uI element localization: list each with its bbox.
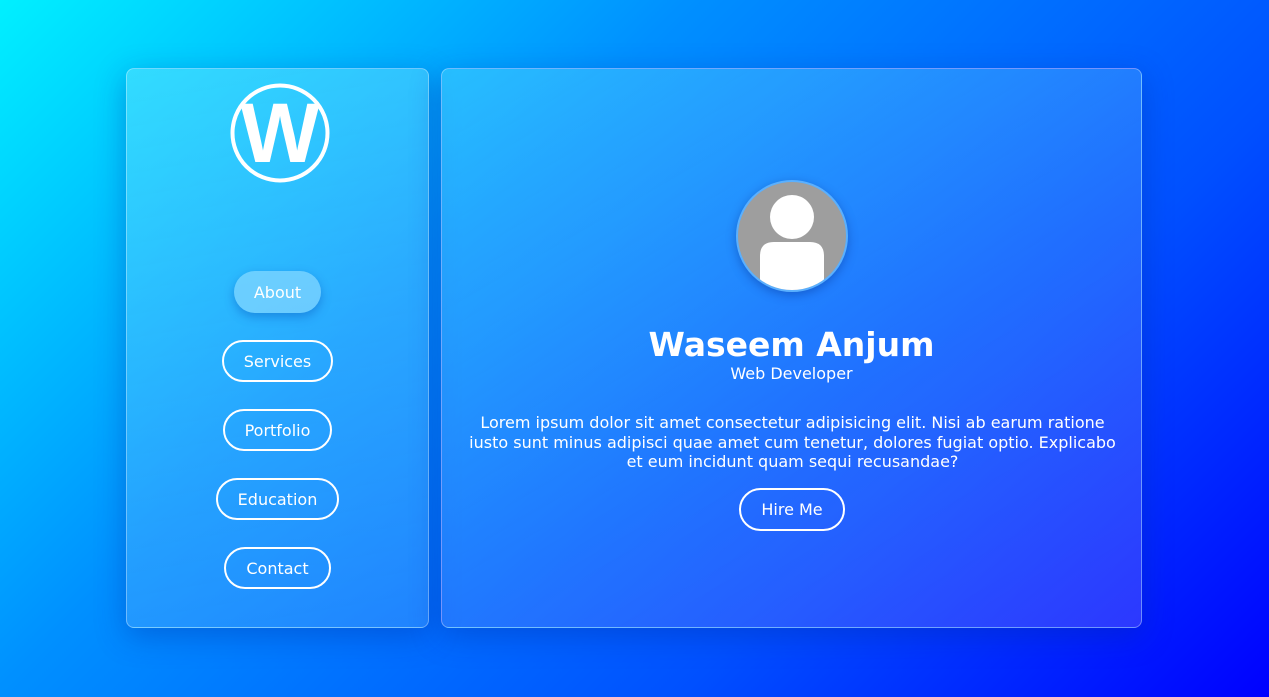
nav-about-button[interactable]: About [233,271,322,313]
profile-role: Web Developer [730,364,853,383]
profile-name: Waseem Anjum [648,325,935,364]
nav-portfolio-button[interactable]: Portfolio [222,409,333,451]
nav-contact-button[interactable]: Contact [224,547,331,589]
sidebar: W About Services Portfolio Education Con… [126,68,429,628]
profile-bio: Lorem ipsum dolor sit amet consectetur a… [469,413,1116,471]
hire-me-button[interactable]: Hire Me [739,488,845,531]
user-avatar-icon [736,180,848,292]
nav-services-button[interactable]: Services [221,340,334,382]
main-nav: About Services Portfolio Education Conta… [127,271,428,616]
nav-education-button[interactable]: Education [215,478,340,520]
logo-letter: W [240,86,320,180]
about-panel: Waseem Anjum Web Developer Lorem ipsum d… [441,68,1142,628]
w-logo-icon[interactable]: W [230,83,330,183]
